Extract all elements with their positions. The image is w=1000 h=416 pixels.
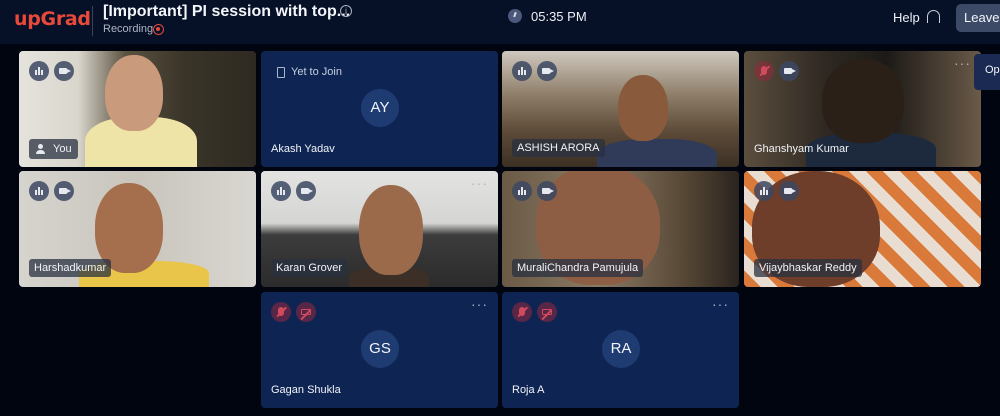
camera-icon [542,68,554,74]
mic-muted-button[interactable] [754,61,774,81]
participant-name: Harshadkumar [29,259,112,277]
video-person [597,139,717,167]
participant-name: Karan Grover [271,259,348,277]
video-person-face [822,59,904,143]
participant-tile-ghanshyam[interactable]: ··· Ghanshyam Kumar [744,51,981,167]
participant-tile-harshadkumar[interactable]: Harshadkumar [19,171,256,287]
participant-tile-gagan[interactable]: ··· GS Gagan Shukla [261,292,498,408]
options-button[interactable]: Op [974,54,1000,90]
recording-dot-icon [153,24,164,35]
participant-tile-vijaybhaskar[interactable]: Vijaybhaskar Reddy [744,171,981,287]
camera-button[interactable] [54,61,74,81]
header-divider [92,6,93,36]
participant-tile-muralichandra[interactable]: MuraliChandra Pamujula [502,171,739,287]
participant-tile-you[interactable]: You [19,51,256,167]
more-options-icon[interactable]: ··· [712,296,729,312]
person-icon [36,144,46,154]
door-icon [277,67,285,78]
mic-muted-button[interactable] [512,302,532,322]
avatar-initials: GS [361,330,399,368]
camera-off-icon [301,309,311,315]
mic-button[interactable] [29,181,49,201]
info-icon[interactable]: i [340,5,352,17]
camera-icon [59,68,71,74]
camera-button[interactable] [537,181,557,201]
more-options-icon[interactable]: ··· [471,175,488,191]
video-person-face [618,75,668,141]
mic-button[interactable] [754,181,774,201]
video-person-face [359,185,423,275]
participant-name: Akash Yadav [271,143,335,155]
camera-button[interactable] [779,61,799,81]
mic-off-icon [519,307,525,316]
leave-button[interactable]: Leave [956,4,1000,32]
participant-name: ASHISH ARORA [512,139,605,157]
mic-muted-button[interactable] [271,302,291,322]
video-person-face [105,55,163,131]
participant-tile-akash[interactable]: Yet to Join AY Akash Yadav [261,51,498,167]
participant-name: Vijaybhaskar Reddy [754,259,862,277]
recording-label: Recording [103,23,154,35]
participant-name: Gagan Shukla [271,384,341,396]
camera-off-button[interactable] [537,302,557,322]
camera-icon [301,188,313,194]
mic-button[interactable] [512,181,532,201]
yet-to-join-label: Yet to Join [291,66,342,78]
camera-icon [784,188,796,194]
camera-button[interactable] [54,181,74,201]
headset-icon[interactable] [927,10,940,23]
upgrad-logo: upGrad [14,8,91,30]
mic-button[interactable] [271,181,291,201]
participant-tile-karan[interactable]: ··· Karan Grover [261,171,498,287]
camera-off-icon [542,309,552,315]
camera-button[interactable] [296,181,316,201]
participant-name: Roja A [512,384,545,396]
participant-name: Ghanshyam Kumar [754,143,849,155]
avatar-initials: RA [602,330,640,368]
camera-icon [59,188,71,194]
participant-name: You [53,143,72,155]
mic-button[interactable] [29,61,49,81]
more-options-icon[interactable]: ··· [471,296,488,312]
avatar-initials: AY [361,89,399,127]
session-title: [Important] PI session with top... [103,3,351,20]
camera-button[interactable] [537,61,557,81]
participant-name: MuraliChandra Pamujula [512,259,644,277]
top-bar: upGrad [Important] PI session with top..… [0,0,1000,44]
camera-icon [542,188,554,194]
session-time: 05:35 PM [531,9,587,24]
camera-button[interactable] [779,181,799,201]
more-options-icon[interactable]: ··· [954,55,971,71]
help-button[interactable]: Help [893,10,920,25]
camera-icon [784,68,796,74]
self-label: You [29,139,78,159]
camera-off-button[interactable] [296,302,316,322]
participant-tile-roja[interactable]: ··· RA Roja A [502,292,739,408]
mic-off-icon [761,66,767,75]
clock-icon [508,9,522,23]
participant-tile-ashish[interactable]: ASHISH ARORA [502,51,739,167]
mic-off-icon [278,307,284,316]
mic-button[interactable] [512,61,532,81]
